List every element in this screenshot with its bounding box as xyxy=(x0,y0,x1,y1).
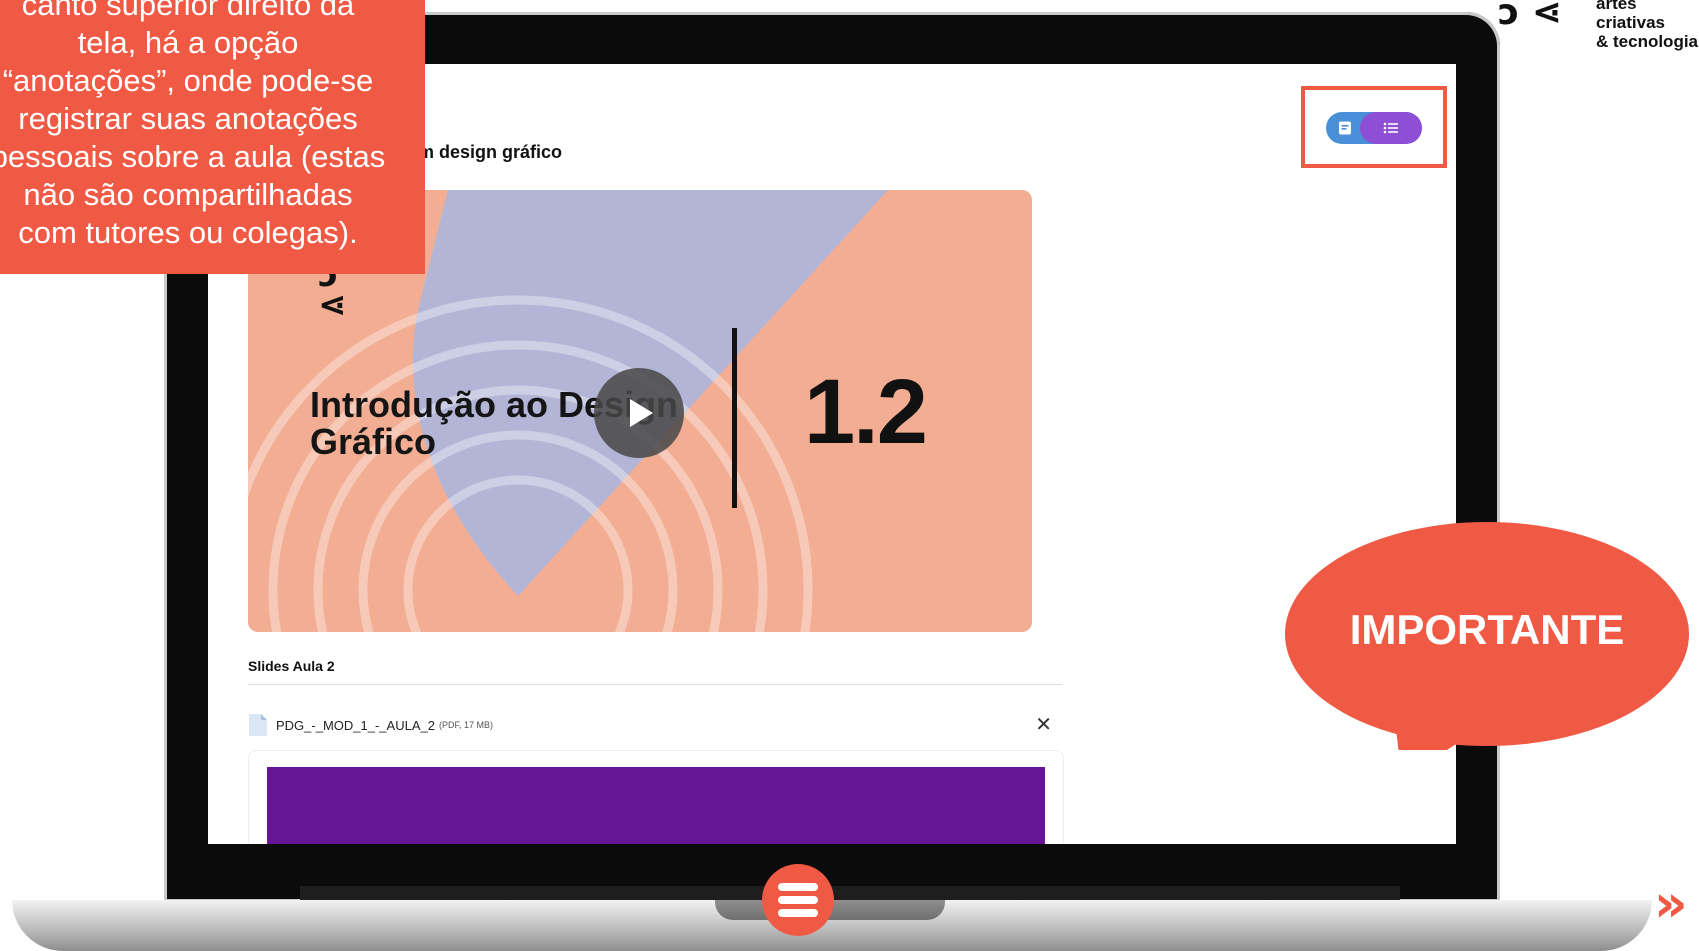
menu-icon xyxy=(778,909,818,917)
play-button[interactable] xyxy=(594,368,684,458)
menu-button[interactable] xyxy=(762,864,834,936)
divider xyxy=(248,684,1062,685)
lesson-number: 1.2 xyxy=(804,361,928,463)
next-arrow-icon[interactable]: » xyxy=(1654,878,1688,930)
laptop-hinge xyxy=(300,886,1400,900)
brand-logo: ↄ ⋖ artes criativas & tecnologia xyxy=(1498,0,1699,51)
list-icon xyxy=(1383,122,1398,134)
pdf-preview xyxy=(267,767,1045,844)
annotation-line: “anotações”, onde pode-se xyxy=(2,63,374,98)
video-divider xyxy=(732,328,737,508)
course-title: m design gráfico xyxy=(418,142,563,162)
play-icon xyxy=(630,399,653,427)
notes-icon xyxy=(1339,121,1351,135)
file-name[interactable]: PDG_-_MOD_1_-_AULA_2 xyxy=(276,718,435,733)
annotation-line: tela, há a opção xyxy=(77,25,299,60)
brand-mark: ↄ ⋖ xyxy=(1498,0,1563,33)
brand-text: artes criativas & tecnologia xyxy=(1596,0,1699,51)
annotation-box: canto superior direito da tela, há a opç… xyxy=(0,0,425,274)
brand-line2: & tecnologia xyxy=(1596,32,1699,51)
list-toggle-button[interactable] xyxy=(1360,112,1422,144)
annotation-line: canto superior direito da xyxy=(21,0,355,22)
file-meta: (PDF, 17 MB) xyxy=(438,720,493,730)
annotation-line: registrar suas anotações xyxy=(18,101,358,136)
view-toggle[interactable] xyxy=(1326,112,1422,144)
pdf-viewer[interactable] xyxy=(248,750,1064,844)
notes-toggle-button[interactable] xyxy=(1326,112,1364,144)
annotation-line: pessoais sobre a aula (estas xyxy=(0,139,386,174)
annotation-line: não são compartilhadas xyxy=(23,177,353,212)
close-icon[interactable]: ✕ xyxy=(1035,712,1052,736)
brand-line1: artes criativas xyxy=(1596,0,1665,32)
important-label: IMPORTANTE xyxy=(1349,606,1625,653)
file-attachment-row[interactable]: PDG_-_MOD_1_-_AULA_2 (PDF, 17 MB) ✕ xyxy=(248,712,1062,738)
file-icon xyxy=(249,714,267,736)
menu-icon xyxy=(778,896,818,904)
annotation-text: canto superior direito da tela, há a opç… xyxy=(0,0,408,252)
menu-icon xyxy=(778,883,818,891)
annotation-line: com tutores ou colegas). xyxy=(18,215,358,250)
slides-heading: Slides Aula 2 xyxy=(248,658,335,674)
